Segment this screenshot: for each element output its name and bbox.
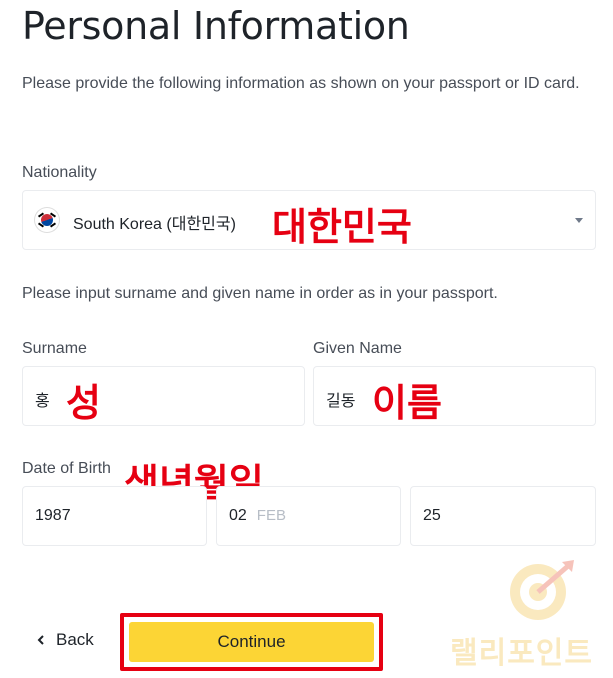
page-title: Personal Information	[22, 4, 410, 48]
back-button[interactable]: Back	[36, 630, 94, 650]
watermark-text: 랠리포인트	[450, 636, 593, 671]
intro-text: Please provide the following information…	[22, 75, 580, 92]
surname-value: 홍	[35, 393, 50, 410]
watermark-logo: 랠리포인트	[450, 560, 610, 671]
dob-year-value: 1987	[35, 507, 71, 524]
name-instruction: Please input surname and given name in o…	[22, 285, 498, 302]
dob-day-value: 25	[423, 507, 441, 524]
given-name-annotation: 이름	[372, 381, 442, 425]
surname-annotation: 성	[66, 381, 101, 425]
surname-input[interactable]: 홍	[22, 366, 305, 426]
given-name-input[interactable]: 길동	[313, 366, 596, 426]
back-label: Back	[56, 630, 94, 649]
dob-month-hint: FEB	[256, 507, 286, 524]
given-name-label: Given Name	[313, 340, 402, 357]
continue-button[interactable]: Continue	[129, 622, 374, 662]
chevron-down-icon[interactable]	[575, 218, 583, 223]
target-icon	[510, 560, 574, 620]
dob-month-input[interactable]: 02 FEB	[216, 486, 401, 546]
nationality-value: South Korea (대한민국)	[73, 216, 236, 233]
dob-label: Date of Birth	[22, 460, 111, 477]
surname-label: Surname	[22, 340, 87, 357]
chevron-left-icon	[37, 635, 44, 645]
continue-highlight: Continue	[120, 613, 383, 671]
nationality-annotation: 대한민국	[272, 205, 412, 249]
dob-month-value: 02	[229, 507, 247, 524]
given-name-value: 길동	[326, 393, 356, 410]
dob-year-input[interactable]: 1987	[22, 486, 207, 546]
south-korea-flag-icon	[35, 208, 59, 232]
nationality-label: Nationality	[22, 164, 97, 181]
dob-day-input[interactable]: 25	[410, 486, 596, 546]
